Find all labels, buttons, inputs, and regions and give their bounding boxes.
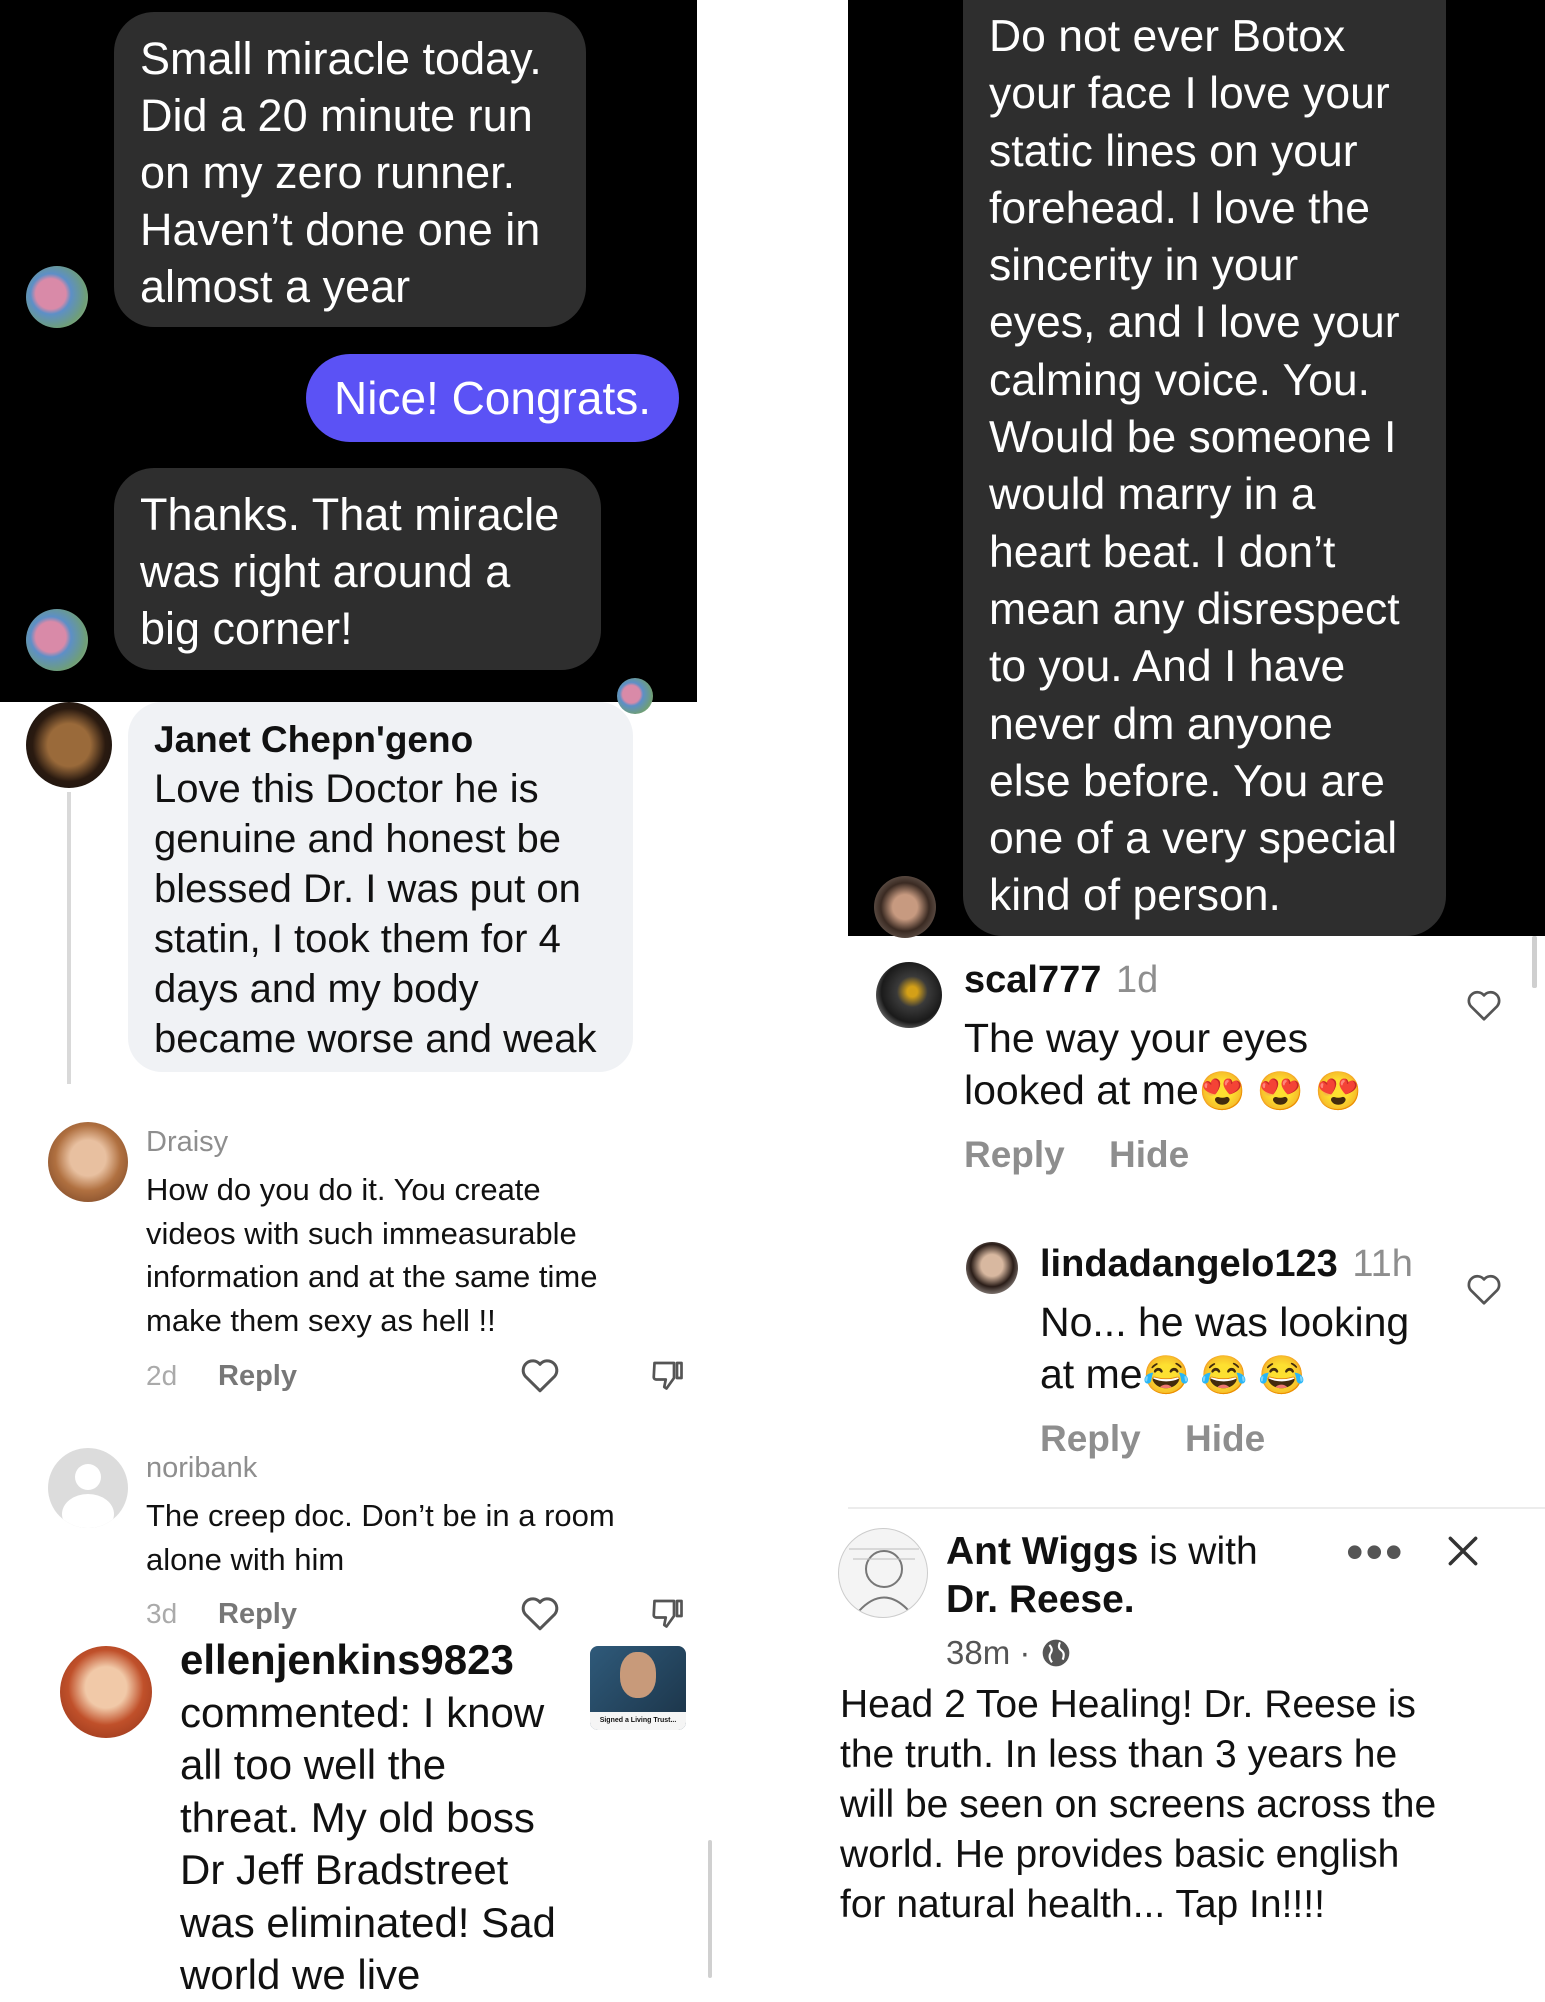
sketch-portrait-icon bbox=[849, 1548, 919, 1612]
message-bubble: Do not ever Botox your face I love your … bbox=[963, 0, 1446, 936]
read-receipt-avatar bbox=[617, 678, 653, 714]
comment-author[interactable]: noribank bbox=[146, 1448, 257, 1488]
hide-button[interactable]: Hide bbox=[1185, 1418, 1265, 1459]
section-divider bbox=[848, 1507, 1545, 1509]
sent-message-bubble: Nice! Congrats. bbox=[306, 354, 679, 442]
post-body: Head 2 Toe Healing! Dr. Reese is the tru… bbox=[840, 1683, 1437, 1926]
like-heart-icon[interactable] bbox=[1466, 988, 1502, 1022]
laughing-emoji: 😂 😂 😂 bbox=[1142, 1355, 1306, 1397]
avatar[interactable] bbox=[26, 609, 88, 671]
thread-line bbox=[67, 792, 71, 1084]
hide-button[interactable]: Hide bbox=[1109, 1134, 1189, 1175]
globe-icon bbox=[1042, 1639, 1069, 1667]
reply-button[interactable]: Reply bbox=[218, 1596, 297, 1632]
like-heart-icon[interactable] bbox=[520, 1594, 560, 1632]
comment-age: 3d bbox=[146, 1598, 178, 1629]
post-meta: 38m · bbox=[946, 1631, 1072, 1675]
scrollbar[interactable] bbox=[708, 1840, 712, 1978]
comment-author[interactable]: Janet Chepn'geno bbox=[154, 716, 607, 764]
reply-button[interactable]: Reply bbox=[218, 1358, 297, 1394]
message-bubble: Small miracle today. Did a 20 minute run… bbox=[114, 12, 586, 327]
dm-panel-right: Do not ever Botox your face I love your … bbox=[848, 0, 1545, 938]
video-thumbnail[interactable]: Signed a Living Trust... bbox=[590, 1646, 686, 1730]
comment-username[interactable]: scal777 bbox=[964, 959, 1101, 1001]
avatar[interactable] bbox=[48, 1448, 128, 1528]
thumbnail-caption: Signed a Living Trust... bbox=[590, 1712, 686, 1730]
dm-panel-left: Small miracle today. Did a 20 minute run… bbox=[0, 0, 697, 714]
avatar[interactable] bbox=[48, 1122, 128, 1202]
reply-button[interactable]: Reply bbox=[964, 1134, 1065, 1175]
avatar[interactable] bbox=[60, 1646, 152, 1738]
comment-actions: Reply Hide bbox=[1040, 1415, 1265, 1463]
tagged-person[interactable]: Dr. Reese. bbox=[946, 1576, 1258, 1624]
post-author[interactable]: Ant Wiggs bbox=[946, 1530, 1138, 1573]
avatar[interactable] bbox=[26, 702, 112, 788]
notification-author[interactable]: ellenjenkins9823 bbox=[180, 1634, 556, 1687]
avatar[interactable] bbox=[26, 266, 88, 328]
more-options-icon[interactable]: ••• bbox=[1346, 1527, 1405, 1577]
heart-eyes-emoji: 😍 😍 😍 bbox=[1198, 1071, 1362, 1113]
dislike-icon[interactable] bbox=[650, 1594, 686, 1632]
scrollbar[interactable] bbox=[1532, 936, 1537, 988]
post-header: Ant Wiggs is with Dr. Reese. bbox=[946, 1528, 1258, 1624]
notification-text: ellenjenkins9823 commented: I know all t… bbox=[180, 1634, 556, 1998]
avatar[interactable] bbox=[966, 1242, 1018, 1294]
close-icon[interactable] bbox=[1444, 1532, 1482, 1570]
avatar[interactable] bbox=[876, 962, 942, 1028]
comment-header: scal777 1d bbox=[964, 956, 1158, 1004]
like-heart-icon[interactable] bbox=[520, 1356, 560, 1394]
message-bubble: Thanks. That miracle was right around a … bbox=[114, 468, 601, 670]
comment-time: 1d bbox=[1115, 959, 1159, 1001]
comment-text: The way your eyes looked at me😍 😍 😍 bbox=[964, 1015, 1362, 1113]
comment-actions: Reply Hide bbox=[964, 1131, 1189, 1179]
comment-time: 11h bbox=[1352, 1243, 1413, 1285]
dislike-icon[interactable] bbox=[650, 1356, 686, 1394]
comment-header: lindadangelo123 11h bbox=[1040, 1240, 1413, 1288]
post-time: 38m bbox=[946, 1634, 1011, 1671]
comment-text: The creep doc. Don’t be in a room alone … bbox=[146, 1498, 615, 1577]
comment-text: How do you do it. You create videos with… bbox=[146, 1172, 598, 1338]
reply-button[interactable]: Reply bbox=[1040, 1418, 1141, 1459]
like-heart-icon[interactable] bbox=[1466, 1272, 1502, 1306]
avatar[interactable] bbox=[874, 876, 936, 938]
comment-author[interactable]: Draisy bbox=[146, 1122, 228, 1162]
comment-username[interactable]: lindadangelo123 bbox=[1040, 1243, 1338, 1285]
comment-age: 2d bbox=[146, 1360, 178, 1391]
comment-text: No... he was looking at me😂 😂 😂 bbox=[1040, 1299, 1410, 1397]
avatar[interactable] bbox=[838, 1528, 928, 1618]
comment-bubble: Janet Chepn'geno Love this Doctor he is … bbox=[128, 702, 633, 1072]
